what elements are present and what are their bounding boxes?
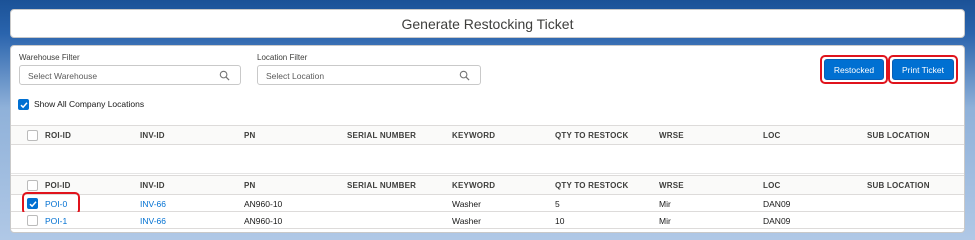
page-title: Generate Restocking Ticket [401, 16, 574, 32]
loc-cell: DAN09 [763, 216, 791, 226]
loc-cell: DAN09 [763, 199, 791, 209]
qty-cell: 5 [555, 199, 560, 209]
column-header[interactable]: KEYWORD [452, 131, 495, 140]
poi-table-header: POI-ID INV-ID PN SERIAL NUMBER KEYWORD Q… [11, 175, 964, 195]
show-all-checkbox[interactable] [18, 99, 29, 110]
pn-cell: AN960-10 [244, 199, 283, 209]
inv-id-link[interactable]: INV-66 [140, 216, 166, 226]
warehouse-filter-input[interactable]: Select Warehouse [19, 65, 241, 85]
column-header[interactable]: QTY TO RESTOCK [555, 131, 628, 140]
column-header[interactable]: SUB LOCATION [867, 181, 930, 190]
location-filter-label: Location Filter [257, 53, 308, 62]
wrse-cell: Mir [659, 216, 671, 226]
column-header[interactable]: ROI-ID [45, 131, 71, 140]
show-all-label: Show All Company Locations [34, 99, 145, 109]
search-icon[interactable] [219, 70, 230, 81]
table-row: POI-1 INV-66 AN960-10 Washer 10 Mir DAN0… [11, 212, 964, 229]
restocked-button[interactable]: Restocked [824, 59, 884, 80]
column-header[interactable]: PN [244, 181, 256, 190]
column-header[interactable]: WRSE [659, 131, 684, 140]
warehouse-filter-placeholder: Select Warehouse [28, 71, 98, 81]
column-header[interactable]: LOC [763, 131, 781, 140]
search-icon[interactable] [459, 70, 470, 81]
print-ticket-button[interactable]: Print Ticket [892, 59, 954, 80]
main-card: Warehouse Filter Select Warehouse Locati… [10, 45, 965, 233]
roi-select-all-checkbox[interactable] [27, 130, 38, 141]
column-header[interactable]: PN [244, 131, 256, 140]
check-icon [20, 102, 28, 109]
poi-select-all-checkbox[interactable] [27, 180, 38, 191]
keyword-cell: Washer [452, 199, 481, 209]
warehouse-filter-label: Warehouse Filter [19, 53, 80, 62]
column-header[interactable]: SERIAL NUMBER [347, 131, 416, 140]
qty-cell: 10 [555, 216, 565, 226]
column-header[interactable]: LOC [763, 181, 781, 190]
column-header[interactable]: INV-ID [140, 181, 165, 190]
header-card: Generate Restocking Ticket [10, 9, 965, 38]
poi-id-link[interactable]: POI-1 [45, 216, 67, 226]
column-header[interactable]: QTY TO RESTOCK [555, 181, 628, 190]
location-filter-input[interactable]: Select Location [257, 65, 481, 85]
column-header[interactable]: SUB LOCATION [867, 131, 930, 140]
column-header[interactable]: SERIAL NUMBER [347, 181, 416, 190]
pn-cell: AN960-10 [244, 216, 283, 226]
inv-id-link[interactable]: INV-66 [140, 199, 166, 209]
column-header[interactable]: KEYWORD [452, 181, 495, 190]
table-row: POI-0 INV-66 AN960-10 Washer 5 Mir DAN09 [11, 195, 964, 212]
column-header[interactable]: POI-ID [45, 181, 71, 190]
wrse-cell: Mir [659, 199, 671, 209]
roi-table-header: ROI-ID INV-ID PN SERIAL NUMBER KEYWORD Q… [11, 125, 964, 145]
row-checkbox[interactable] [27, 215, 38, 226]
column-header[interactable]: INV-ID [140, 131, 165, 140]
roi-table-empty-body [11, 145, 964, 174]
keyword-cell: Washer [452, 216, 481, 226]
column-header[interactable]: WRSE [659, 181, 684, 190]
location-filter-placeholder: Select Location [266, 71, 325, 81]
